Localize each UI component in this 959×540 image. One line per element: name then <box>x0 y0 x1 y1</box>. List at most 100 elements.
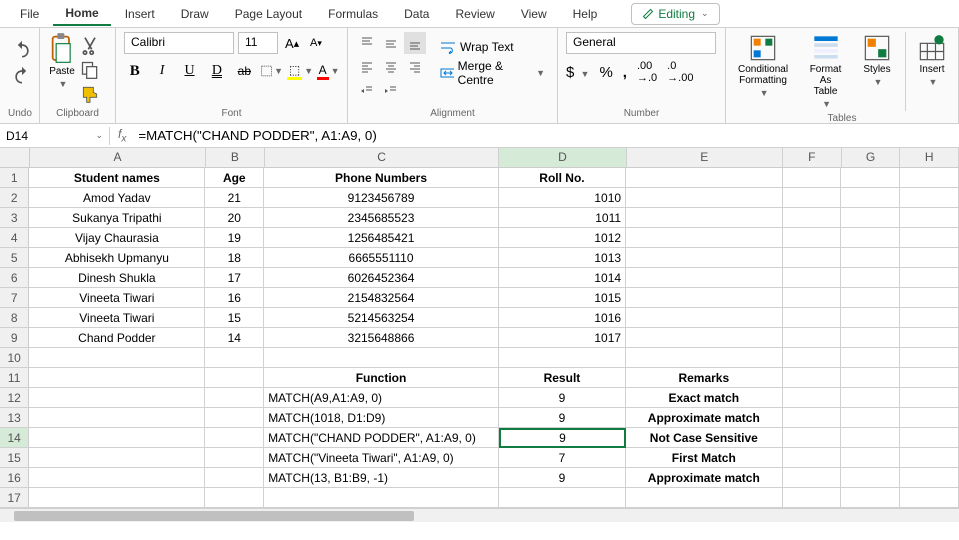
percent-format-button[interactable]: % <box>599 64 612 81</box>
cell-D5[interactable]: 1013 <box>499 248 626 268</box>
cell-A14[interactable] <box>29 428 205 448</box>
tab-draw[interactable]: Draw <box>169 3 221 25</box>
cell-F8[interactable] <box>783 308 842 328</box>
cell-G4[interactable] <box>841 228 900 248</box>
cell-E4[interactable] <box>626 228 783 248</box>
cell-B12[interactable] <box>205 388 264 408</box>
cell-H12[interactable] <box>900 388 959 408</box>
column-header-F[interactable]: F <box>783 148 842 168</box>
cell-C17[interactable] <box>264 488 499 508</box>
cell-H7[interactable] <box>900 288 959 308</box>
cell-A7[interactable]: Vineeta Tiwari <box>29 288 205 308</box>
cell-E6[interactable] <box>626 268 783 288</box>
tab-home[interactable]: Home <box>53 2 110 26</box>
row-header-10[interactable]: 10 <box>0 348 29 368</box>
cell-G3[interactable] <box>841 208 900 228</box>
cell-E17[interactable] <box>626 488 783 508</box>
cell-A3[interactable]: Sukanya Tripathi <box>29 208 205 228</box>
cell-D11[interactable]: Result <box>499 368 626 388</box>
copy-button[interactable] <box>80 60 100 80</box>
row-header-5[interactable]: 5 <box>0 248 29 268</box>
cell-F5[interactable] <box>783 248 842 268</box>
underline-button[interactable]: U <box>179 60 200 82</box>
tab-view[interactable]: View <box>509 3 559 25</box>
cell-B4[interactable]: 19 <box>205 228 264 248</box>
cell-H10[interactable] <box>900 348 959 368</box>
column-header-C[interactable]: C <box>265 148 500 168</box>
row-header-2[interactable]: 2 <box>0 188 29 208</box>
cell-H2[interactable] <box>900 188 959 208</box>
cell-F16[interactable] <box>783 468 842 488</box>
cell-D4[interactable]: 1012 <box>499 228 626 248</box>
paste-button[interactable] <box>48 32 76 64</box>
row-header-15[interactable]: 15 <box>0 448 29 468</box>
cell-C14[interactable]: MATCH("CHAND PODDER", A1:A9, 0) <box>264 428 499 448</box>
cell-F4[interactable] <box>783 228 842 248</box>
cell-A6[interactable]: Dinesh Shukla <box>29 268 205 288</box>
tab-data[interactable]: Data <box>392 3 441 25</box>
fill-color-button[interactable]: ⬚▼ <box>289 60 311 82</box>
cell-D14[interactable]: 9 <box>499 428 626 448</box>
cell-B3[interactable]: 20 <box>205 208 264 228</box>
cell-D9[interactable]: 1017 <box>499 328 626 348</box>
cell-B11[interactable] <box>205 368 264 388</box>
column-header-D[interactable]: D <box>499 148 626 168</box>
decrease-decimal-button[interactable]: .0→.00 <box>667 60 693 84</box>
cell-C15[interactable]: MATCH("Vineeta Tiwari", A1:A9, 0) <box>264 448 499 468</box>
cell-G12[interactable] <box>841 388 900 408</box>
cut-button[interactable] <box>80 36 100 56</box>
row-header-7[interactable]: 7 <box>0 288 29 308</box>
cell-H15[interactable] <box>900 448 959 468</box>
cell-E7[interactable] <box>626 288 783 308</box>
cell-C2[interactable]: 9123456789 <box>264 188 499 208</box>
cell-E1[interactable] <box>626 168 783 188</box>
undo-button[interactable] <box>12 40 32 60</box>
cell-D15[interactable]: 7 <box>499 448 626 468</box>
comma-format-button[interactable]: , <box>623 64 627 81</box>
cell-G6[interactable] <box>841 268 900 288</box>
cell-G11[interactable] <box>841 368 900 388</box>
cell-D16[interactable]: 9 <box>499 468 626 488</box>
tab-insert[interactable]: Insert <box>113 3 167 25</box>
select-all-corner[interactable] <box>0 148 30 168</box>
column-header-A[interactable]: A <box>30 148 206 168</box>
cell-D1[interactable]: Roll No. <box>499 168 626 188</box>
cell-F14[interactable] <box>783 428 842 448</box>
cell-A2[interactable]: Amod Yadav <box>29 188 205 208</box>
font-size-select[interactable]: 11 <box>238 32 278 54</box>
align-bottom-button[interactable] <box>404 32 426 54</box>
align-left-button[interactable] <box>356 56 378 78</box>
cell-F9[interactable] <box>783 328 842 348</box>
cell-H8[interactable] <box>900 308 959 328</box>
cell-C11[interactable]: Function <box>264 368 499 388</box>
cell-C16[interactable]: MATCH(13, B1:B9, -1) <box>264 468 499 488</box>
row-header-8[interactable]: 8 <box>0 308 29 328</box>
cell-B10[interactable] <box>205 348 264 368</box>
cell-F1[interactable] <box>783 168 842 188</box>
fx-icon[interactable]: fx <box>110 127 134 144</box>
redo-button[interactable] <box>12 66 32 86</box>
cell-D8[interactable]: 1016 <box>499 308 626 328</box>
decrease-indent-button[interactable] <box>356 80 378 102</box>
font-name-select[interactable]: Calibri <box>124 32 234 54</box>
cell-F13[interactable] <box>783 408 842 428</box>
cell-A11[interactable] <box>29 368 205 388</box>
cell-F7[interactable] <box>783 288 842 308</box>
cell-G1[interactable] <box>841 168 900 188</box>
cell-E5[interactable] <box>626 248 783 268</box>
cell-B17[interactable] <box>205 488 264 508</box>
cell-A16[interactable] <box>29 468 205 488</box>
number-format-select[interactable]: General <box>566 32 716 54</box>
cell-F15[interactable] <box>783 448 842 468</box>
cell-G9[interactable] <box>841 328 900 348</box>
column-header-E[interactable]: E <box>627 148 783 168</box>
cell-D13[interactable]: 9 <box>499 408 626 428</box>
strikethrough-button[interactable]: ab <box>234 60 255 82</box>
tab-help[interactable]: Help <box>561 3 610 25</box>
row-header-12[interactable]: 12 <box>0 388 29 408</box>
row-header-4[interactable]: 4 <box>0 228 29 248</box>
spreadsheet-grid[interactable]: ABCDEFGH 1Student namesAgePhone NumbersR… <box>0 148 959 508</box>
cell-C12[interactable]: MATCH(A9, A1:A9, 0) <box>264 388 499 408</box>
row-header-13[interactable]: 13 <box>0 408 29 428</box>
cell-E2[interactable] <box>626 188 783 208</box>
